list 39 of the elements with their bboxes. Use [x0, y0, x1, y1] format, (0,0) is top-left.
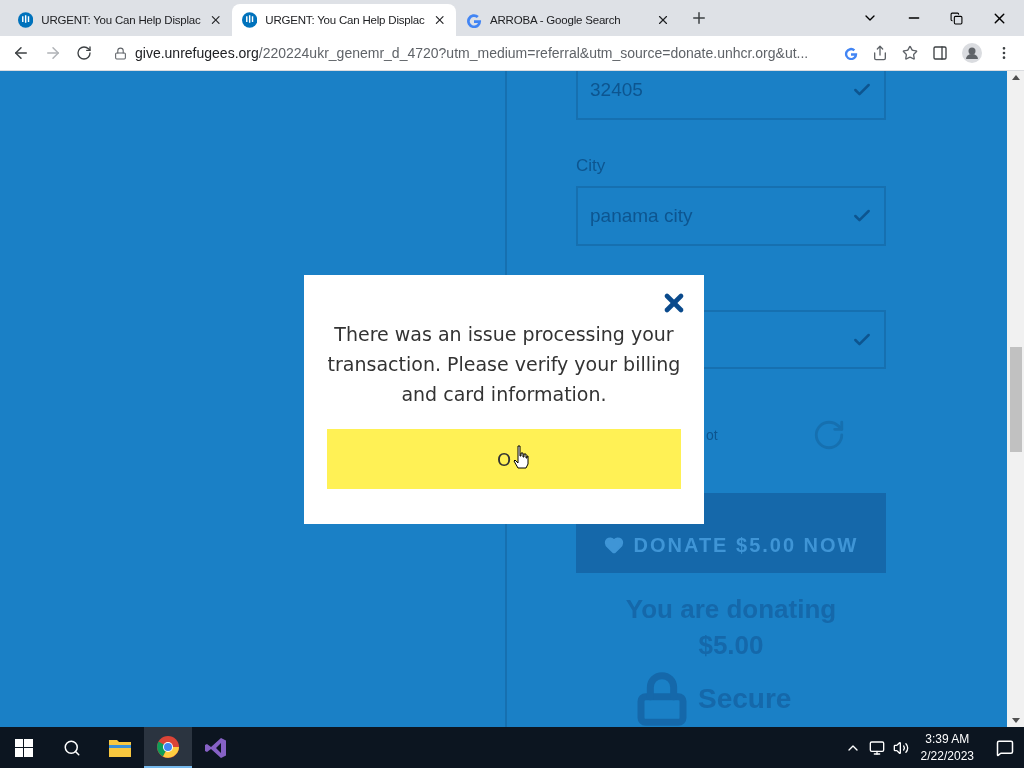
notifications-icon[interactable]	[996, 738, 1014, 757]
error-message: There was an issue processing your transaction. Please verify your billing and card information.	[326, 322, 682, 407]
bookmark-star-icon[interactable]	[902, 45, 918, 61]
heart-icon	[603, 535, 624, 556]
lock-icon	[114, 46, 127, 60]
clock[interactable]: 3:39 AM 2/22/2023	[920, 730, 974, 765]
scroll-down-icon[interactable]	[1011, 718, 1020, 723]
browser-tab[interactable]: URGENT: You Can Help Displac	[8, 4, 232, 36]
volume-icon[interactable]	[892, 739, 909, 756]
visual-studio-icon[interactable]	[204, 735, 228, 760]
reload-icon[interactable]	[76, 45, 92, 61]
side-panel-icon[interactable]	[932, 45, 948, 61]
browser-tab[interactable]: URGENT: You Can Help Displac	[232, 4, 456, 36]
ok-button[interactable]: O	[327, 429, 681, 489]
network-icon[interactable]	[868, 739, 885, 756]
folder-icon[interactable]	[108, 737, 132, 758]
chrome-icon[interactable]	[156, 734, 180, 759]
google-logo-icon	[466, 12, 482, 28]
tab-title: URGENT: You Can Help Displac	[265, 14, 425, 26]
tab-title: ARROBA - Google Search	[490, 14, 622, 26]
search-icon[interactable]	[63, 738, 81, 757]
back-icon[interactable]	[12, 44, 30, 62]
url-text: give.unrefugees.org/220224ukr_genemr_d_4720?utm_medium=referral&utm_source=donate.unhcr.org&ut...	[135, 45, 809, 61]
unhcr-logo-icon	[242, 12, 258, 28]
close-tab-icon[interactable]	[656, 13, 670, 27]
windows-start-icon[interactable]	[15, 738, 33, 757]
hand-cursor-icon	[513, 445, 529, 469]
new-tab-icon[interactable]	[690, 9, 708, 27]
scroll-thumb[interactable]	[1009, 346, 1022, 452]
restore-icon[interactable]	[950, 11, 963, 25]
browser-tab[interactable]: ARROBA - Google Search	[456, 4, 680, 36]
tab-title: URGENT: You Can Help Displac	[41, 14, 201, 26]
google-logo-icon[interactable]	[844, 46, 858, 60]
scrollbar[interactable]	[1007, 71, 1024, 727]
address-field[interactable]: give.unrefugees.org/220224ukr_genemr_d_4720?utm_medium=referral&utm_source=donate.unhcr.org&ut...	[106, 39, 830, 67]
scroll-up-icon[interactable]	[1011, 75, 1020, 80]
profile-avatar-icon[interactable]	[962, 43, 982, 63]
unhcr-logo-icon	[18, 12, 34, 28]
share-icon[interactable]	[872, 45, 888, 61]
